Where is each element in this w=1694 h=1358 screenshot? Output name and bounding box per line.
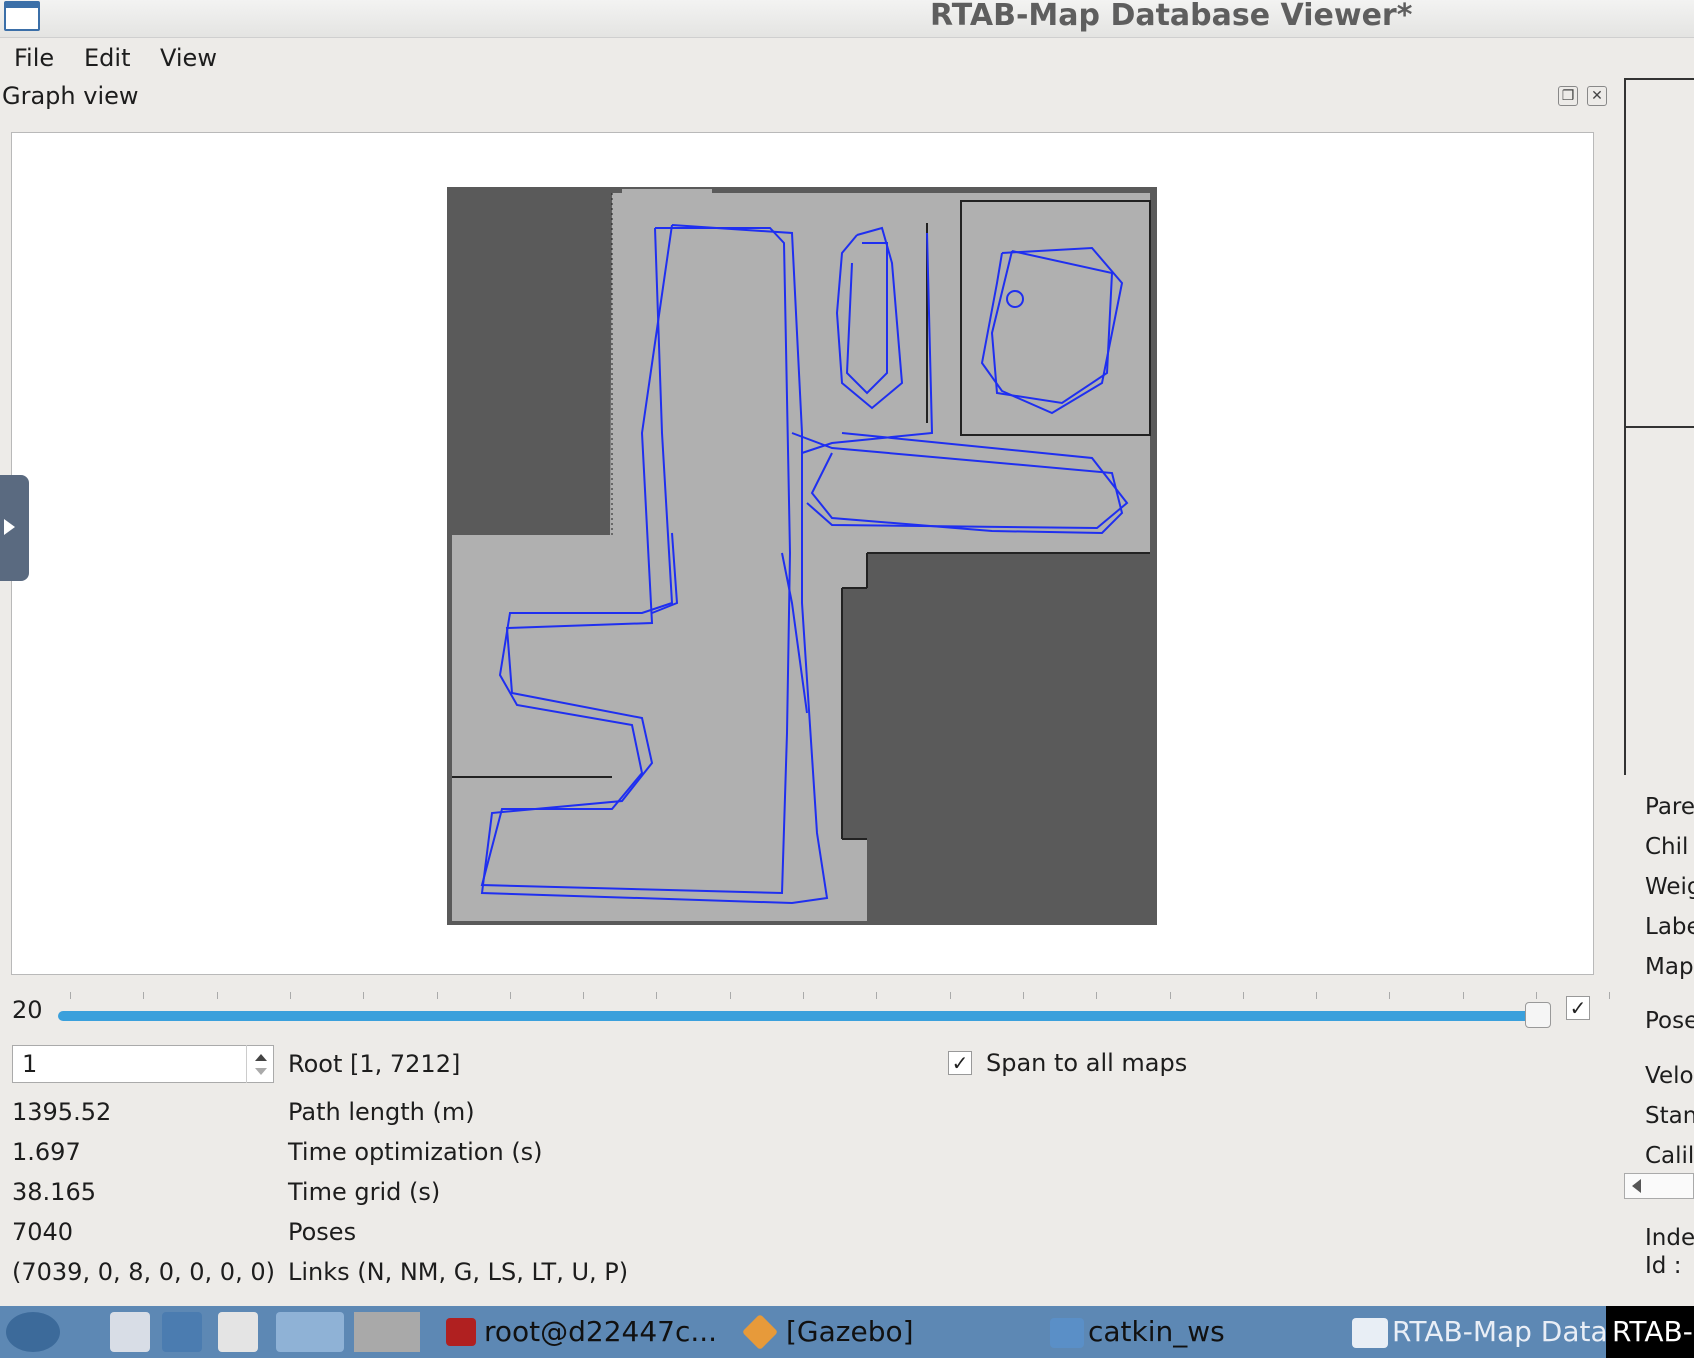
rp-label-map: Map [1645, 954, 1694, 980]
window-icon-task[interactable] [218, 1312, 258, 1352]
slider-tick [216, 992, 218, 999]
show-desktop-icon[interactable] [276, 1312, 344, 1352]
slider-tick [876, 992, 878, 999]
slider-tick [1096, 992, 1098, 999]
rp-footer-id: Id : [1645, 1253, 1682, 1279]
spin-up-icon [255, 1054, 267, 1061]
slider-tick [803, 992, 804, 999]
spin-arrows[interactable] [246, 1045, 275, 1083]
rp-label-calibration: Calil [1645, 1143, 1694, 1169]
path-length-value: 1395.52 [12, 1098, 112, 1126]
rp-label-weight: Weig [1645, 874, 1694, 900]
slider-tick [1536, 992, 1537, 999]
root-spinbox-value: 1 [22, 1050, 38, 1078]
task-terminal[interactable]: root@d22447c... [484, 1306, 717, 1358]
network-icon[interactable] [162, 1312, 202, 1352]
slider-tick [1169, 992, 1171, 999]
start-menu-icon[interactable] [6, 1312, 60, 1352]
float-icon[interactable]: ❐ [1558, 86, 1578, 106]
occupancy-map [447, 187, 1157, 925]
workspace-icon[interactable] [354, 1312, 420, 1352]
slider-handle[interactable] [1525, 1002, 1551, 1028]
time-optimization-value: 1.697 [12, 1138, 81, 1166]
links-label: Links (N, NM, G, LS, LT, U, P) [288, 1258, 629, 1286]
terminal-icon [446, 1318, 476, 1346]
time-grid-label: Time grid (s) [288, 1178, 441, 1206]
slider-checkbox[interactable]: ✓ [1566, 996, 1590, 1020]
graph-slider[interactable] [58, 1011, 1550, 1021]
rp-label-stamp: Stan [1645, 1103, 1694, 1129]
slider-tick [289, 992, 291, 999]
close-icon[interactable]: ✕ [1587, 86, 1607, 106]
play-arrow-icon [4, 519, 15, 535]
root-label: Root [1, 7212] [288, 1050, 461, 1078]
slider-tick [583, 992, 585, 999]
time-optimization-label: Time optimization (s) [288, 1138, 543, 1166]
slider-tick [509, 992, 511, 999]
rp-label-parent: Pare [1645, 794, 1694, 820]
task-catkin[interactable]: catkin_ws [1088, 1306, 1225, 1358]
slider-tick [1609, 992, 1611, 999]
slider-tick [949, 992, 951, 999]
slider-tick [1022, 992, 1024, 999]
dock-title: Graph view [2, 82, 139, 110]
spin-down-icon [255, 1068, 267, 1075]
slider-tick [436, 992, 438, 999]
menu-file[interactable]: File [14, 44, 54, 72]
task-gazebo[interactable]: [Gazebo] [786, 1306, 914, 1358]
slider-tick [70, 992, 71, 999]
title-bar [0, 0, 1694, 38]
slider-tick [363, 992, 365, 999]
rp-label-velocity: Velo [1645, 1063, 1694, 1089]
right-panel-divider [1624, 426, 1694, 428]
span-maps-label: Span to all maps [986, 1049, 1188, 1077]
path-length-label: Path length (m) [288, 1098, 475, 1126]
slider-tick [1389, 992, 1391, 999]
time-grid-value: 38.165 [12, 1178, 96, 1206]
folder-icon [1050, 1318, 1084, 1348]
window-icon[interactable] [4, 1, 40, 31]
rp-footer-index: Inde [1645, 1225, 1694, 1251]
graph-canvas[interactable] [11, 132, 1594, 975]
slider-tick [1242, 992, 1244, 999]
menu-edit[interactable]: Edit [84, 44, 130, 72]
slider-tick [1462, 992, 1464, 999]
poses-value: 7040 [12, 1218, 74, 1246]
task-rtabmap-active[interactable]: RTAB- [1606, 1306, 1694, 1358]
slider-tick [1316, 992, 1318, 999]
window-title: RTAB-Map Database Viewer* [930, 0, 1413, 33]
file-manager-icon[interactable] [110, 1312, 150, 1352]
menu-view[interactable]: View [160, 44, 217, 72]
task-rtabmap[interactable]: RTAB-Map Data [1392, 1306, 1608, 1358]
links-value: (7039, 0, 8, 0, 0, 0, 0) [12, 1258, 275, 1286]
slider-tick [729, 992, 731, 999]
poses-label: Poses [288, 1218, 357, 1246]
slider-value: 20 [12, 996, 43, 1024]
expand-handle[interactable] [0, 475, 29, 581]
menu-bar: File Edit View [0, 38, 1694, 76]
root-spinbox[interactable] [12, 1045, 274, 1083]
span-maps-checkbox[interactable]: ✓ [948, 1051, 972, 1075]
rp-label-label: Labe [1645, 914, 1694, 940]
slider-tick [656, 992, 658, 999]
app-window-icon [1352, 1318, 1388, 1348]
rp-label-pose: Pose [1645, 1008, 1694, 1034]
slider-tick [143, 992, 145, 999]
rp-label-children: Chil [1645, 834, 1689, 860]
scroll-left-icon[interactable] [1632, 1179, 1641, 1193]
